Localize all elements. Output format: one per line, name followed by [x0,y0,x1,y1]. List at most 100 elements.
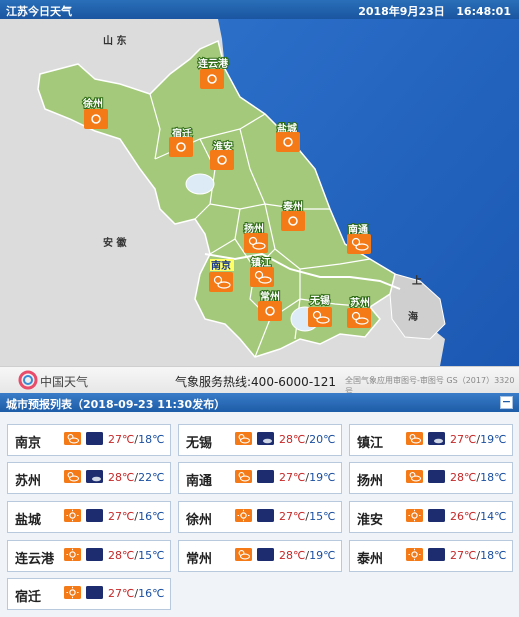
city-label: 徐州 [82,97,103,110]
card-city-name[interactable]: 镇江 [357,432,383,451]
high-temp: 27℃ [108,587,135,600]
jiangsu-map: 山 东 安 徽 上 海 连云港 徐州 宿迁 淮安 盐城 扬州 泰州 南通 南京 … [0,19,519,366]
low-temp: 19℃ [480,433,507,446]
moon-icon [86,432,103,445]
collapse-button[interactable]: − [500,396,513,409]
card-city-name[interactable]: 南通 [186,470,212,489]
sunny-icon [64,509,81,522]
forecast-card[interactable]: 无锡 28℃/20℃ [178,424,342,456]
card-temperature: 27℃/18℃ [450,549,507,562]
moon-icon [257,509,274,522]
city-marker-yancheng[interactable]: 盐城 [276,121,300,152]
moon-icon [428,509,445,522]
forecast-card[interactable]: 盐城 27℃/16℃ [7,501,171,533]
card-city-name[interactable]: 宿迁 [15,586,41,605]
weather-widget: 江苏今日天气 2018年9月23日 16:48:01 山 东 安 徽 上 海 连… [0,0,519,617]
low-temp: 19℃ [309,471,336,484]
city-marker-zhenjiang[interactable]: 镇江 [250,255,274,287]
label-anhui: 安 徽 [103,236,127,249]
city-marker-huaian[interactable]: 淮安 [210,139,234,170]
sunny-icon [406,509,423,522]
forecast-card[interactable]: 镇江 27℃/19℃ [349,424,513,456]
city-marker-nantong[interactable]: 南通 [347,222,371,254]
card-city-name[interactable]: 盐城 [15,509,41,528]
moon-icon [86,509,103,522]
card-city-name[interactable]: 淮安 [357,509,383,528]
high-temp: 26℃ [450,510,477,523]
label-sea: 海 [408,310,418,323]
low-temp: 18℃ [480,471,507,484]
card-city-name[interactable]: 扬州 [357,470,383,489]
card-city-name[interactable]: 泰州 [357,548,383,567]
forecast-card[interactable]: 南京 27℃/18℃ [7,424,171,456]
forecast-card[interactable]: 徐州 27℃/15℃ [178,501,342,533]
card-temperature: 28℃/22℃ [108,471,165,484]
low-temp: 16℃ [138,587,165,600]
city-marker-taizhou[interactable]: 泰州 [281,199,305,231]
high-temp: 28℃ [108,549,135,562]
forecast-card[interactable]: 苏州 28℃/22℃ [7,462,171,494]
city-label: 连云港 [198,57,229,70]
header-bar: 江苏今日天气 2018年9月23日 16:48:01 [0,0,519,19]
low-temp: 18℃ [138,433,165,446]
cloudy-night-icon [86,470,103,483]
low-temp: 18℃ [480,549,507,562]
card-city-name[interactable]: 无锡 [186,432,212,451]
city-list-title: 城市预报列表（2018-09-23 11:30发布） [6,398,226,411]
service-hotline: 气象服务热线:400-6000-121 [175,375,337,389]
china-weather-logo-icon[interactable] [18,370,38,390]
forecast-card[interactable]: 宿迁 27℃/16℃ [7,578,171,610]
sunny-icon [169,137,193,157]
card-temperature: 27℃/19℃ [450,433,507,446]
sunny-icon [406,548,423,561]
city-marker-nanjing[interactable]: 南京 [209,259,234,292]
card-city-name[interactable]: 连云港 [15,548,54,567]
moon-icon [428,470,445,483]
card-temperature: 27℃/15℃ [279,510,336,523]
logo-text[interactable]: 中国天气 [40,373,88,390]
city-marker-suqian[interactable]: 宿迁 [169,126,193,157]
card-city-name[interactable]: 南京 [15,432,41,451]
city-marker-changzhou[interactable]: 常州 [258,289,282,321]
sunny-icon [64,586,81,599]
forecast-card[interactable]: 扬州 28℃/18℃ [349,462,513,494]
city-marker-wuxi[interactable]: 无锡 [308,293,332,327]
low-temp: 15℃ [309,510,336,523]
high-temp: 27℃ [108,433,135,446]
high-temp: 28℃ [108,471,135,484]
forecast-card[interactable]: 南通 27℃/19℃ [178,462,342,494]
sunny-icon [235,509,252,522]
sunny-icon [281,211,305,231]
card-temperature: 27℃/16℃ [108,510,165,523]
card-temperature: 28℃/20℃ [279,433,336,446]
city-label: 南京 [211,259,231,272]
card-city-name[interactable]: 徐州 [186,509,212,528]
label-shandong: 山 东 [103,34,126,47]
cloudy-night-icon [428,432,445,445]
high-temp: 27℃ [108,510,135,523]
forecast-card[interactable]: 连云港 28℃/15℃ [7,540,171,572]
forecast-card[interactable]: 泰州 27℃/18℃ [349,540,513,572]
map-svg: 山 东 安 徽 上 海 连云港 徐州 宿迁 淮安 盐城 扬州 泰州 南通 南京 … [0,19,519,366]
sunny-icon [258,301,282,321]
card-city-name[interactable]: 苏州 [15,470,41,489]
card-city-name[interactable]: 常州 [186,548,212,567]
low-temp: 22℃ [138,471,165,484]
forecast-card[interactable]: 淮安 26℃/14℃ [349,501,513,533]
sunny-icon [200,69,224,89]
sunny-icon [84,109,108,129]
city-marker-suzhou[interactable]: 苏州 [347,295,371,328]
city-label: 苏州 [350,296,370,309]
high-temp: 28℃ [279,433,306,446]
moon-icon [257,470,274,483]
high-temp: 27℃ [450,549,477,562]
card-temperature: 27℃/18℃ [108,433,165,446]
moon-icon [257,548,274,561]
high-temp: 27℃ [279,471,306,484]
low-temp: 15℃ [138,549,165,562]
card-temperature: 26℃/14℃ [450,510,507,523]
partly-cloudy-icon [64,470,81,483]
high-temp: 27℃ [450,433,477,446]
forecast-card[interactable]: 常州 28℃/19℃ [178,540,342,572]
partly-cloudy-icon [235,432,252,445]
